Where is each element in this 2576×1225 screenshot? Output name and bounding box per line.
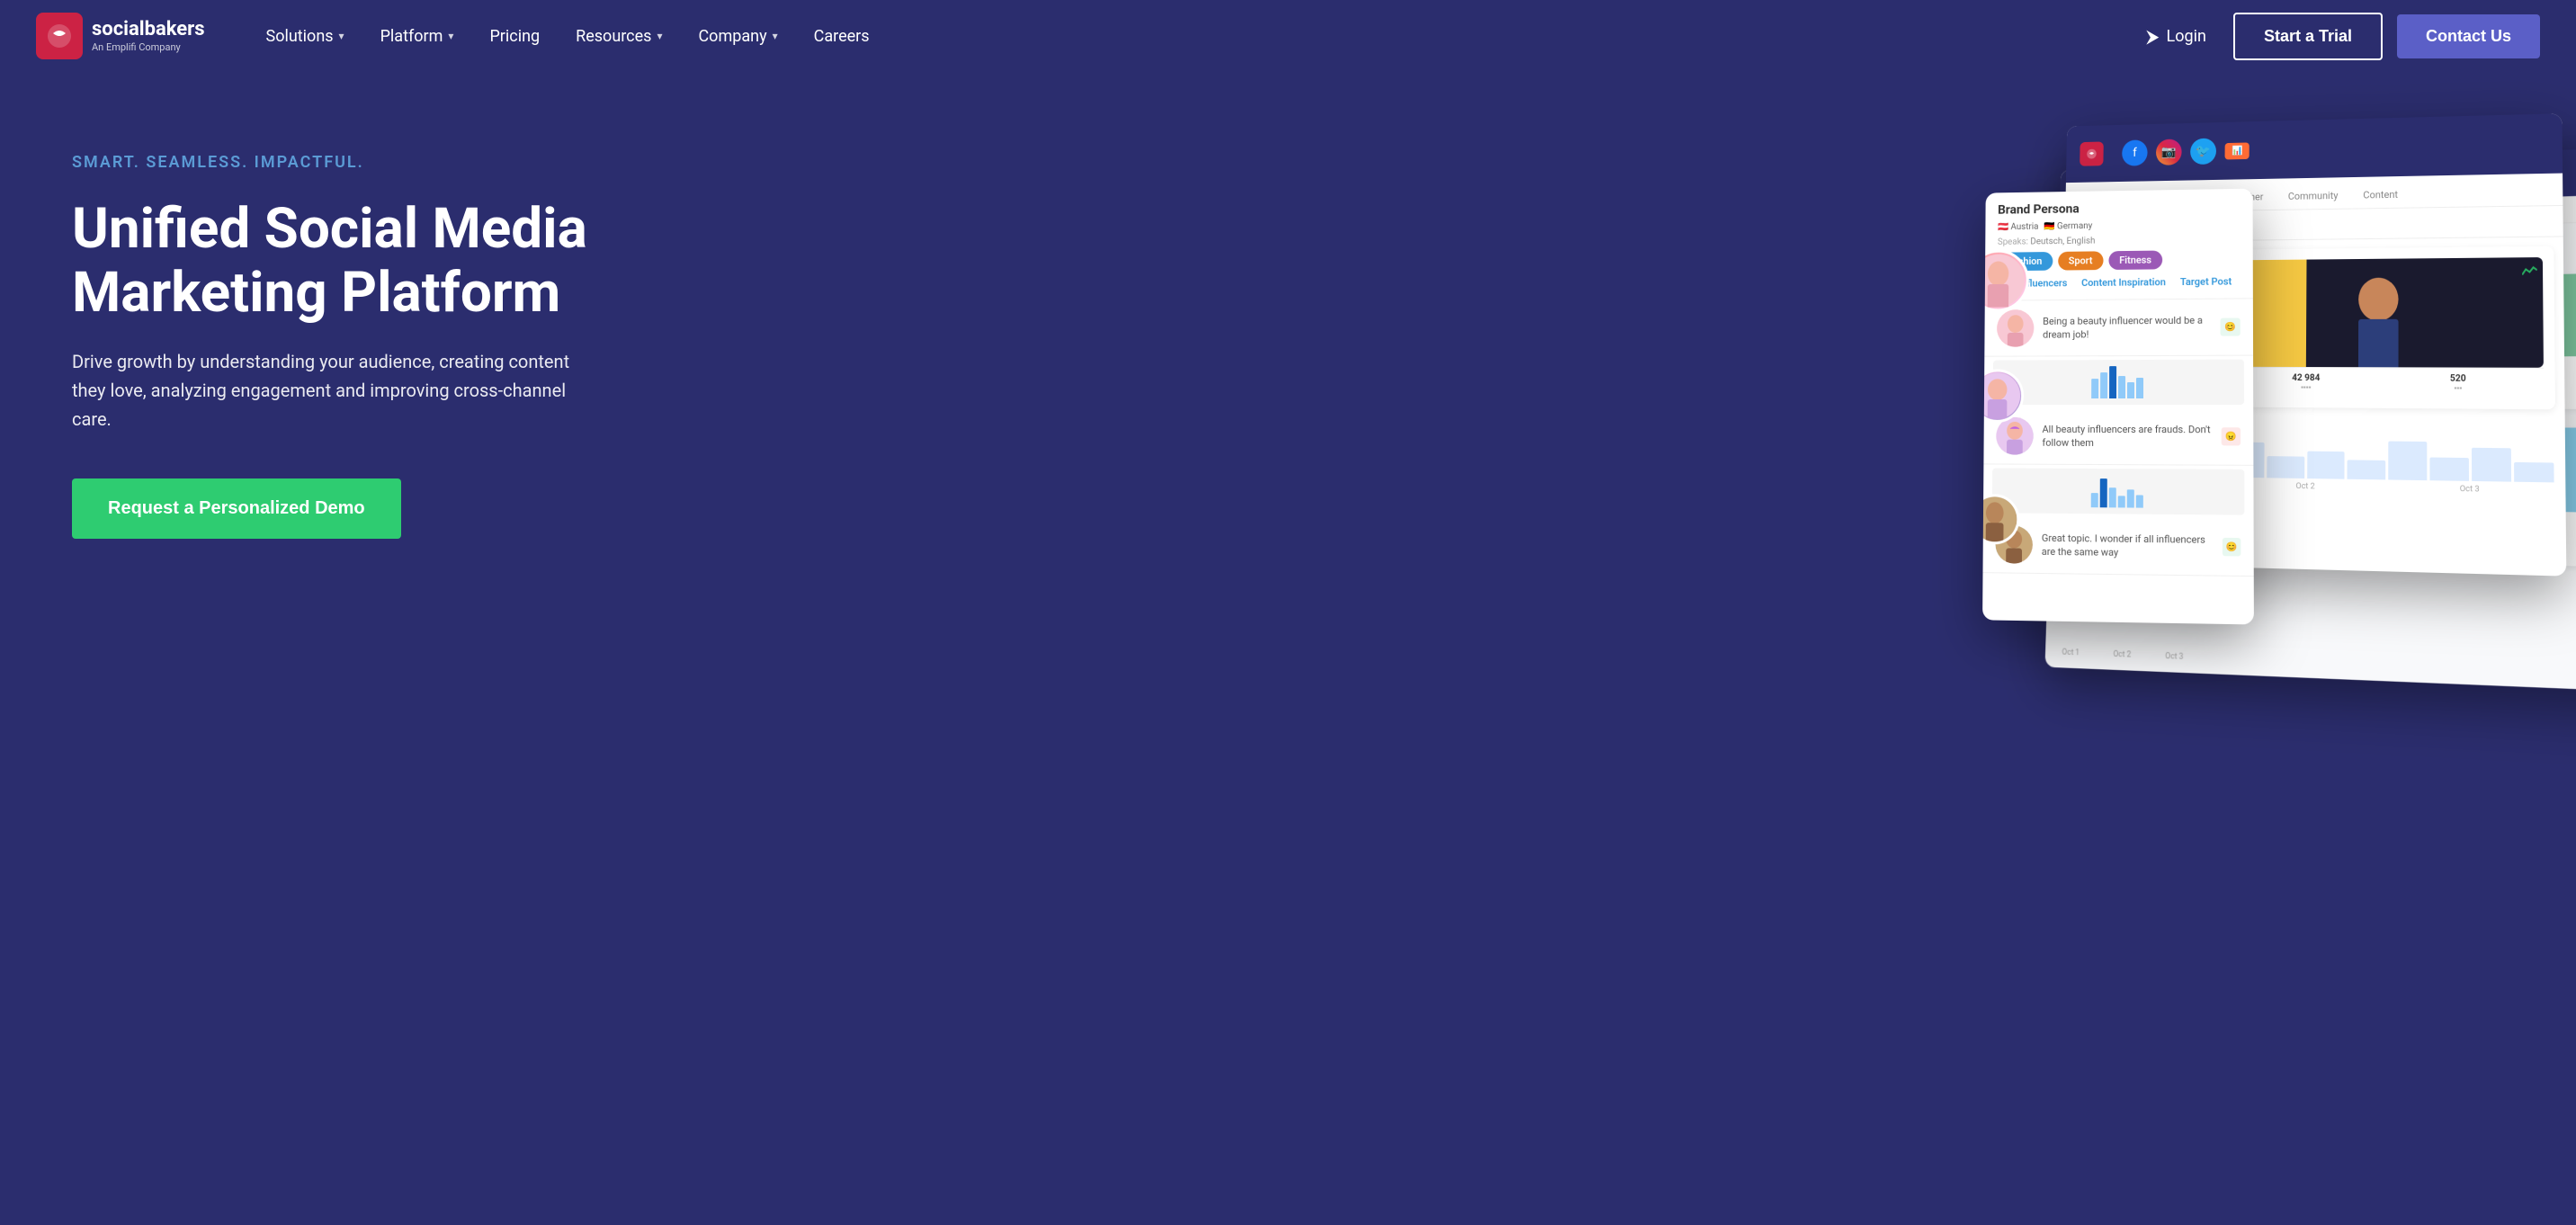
dash-mid-logo <box>2080 141 2104 165</box>
persona-flags: 🇦🇹 Austria 🇩🇪 Germany <box>1998 219 2241 233</box>
dashboard-front-panel: Brand Persona 🇦🇹 Austria 🇩🇪 Germany Spea… <box>1982 189 2254 625</box>
chart-placeholder-1 <box>1993 360 2244 405</box>
chart-dates: Oct 1 Oct 2 Oct 3 <box>2053 648 2192 662</box>
influencer-item-3: Great topic. I wonder if all influencers… <box>1982 516 2253 577</box>
bar <box>2267 456 2304 478</box>
demo-button[interactable]: Request a Personalized Demo <box>72 478 401 539</box>
influencer-badge-1: 😊 <box>2220 317 2241 335</box>
brand-name: socialbakers <box>92 19 205 40</box>
hero-section: SMART. SEAMLESS. IMPACTFUL. Unified Soci… <box>0 72 2576 1225</box>
bar <box>2307 452 2345 479</box>
login-icon: ⮞ <box>2146 25 2159 47</box>
influencer-text-3: Great topic. I wonder if all influencers… <box>2042 531 2214 560</box>
tag-sport: Sport <box>2058 251 2103 270</box>
bar <box>2514 462 2554 483</box>
chevron-down-icon: ▾ <box>448 30 453 42</box>
target-post-link[interactable]: Target Post <box>2180 276 2232 289</box>
influencer-item-2: All beauty influencers are frauds. Don't… <box>1983 408 2253 466</box>
hero-content: SMART. SEAMLESS. IMPACTFUL. Unified Soci… <box>72 126 684 539</box>
hero-description: Drive growth by understanding your audie… <box>72 347 594 434</box>
nav-links: Solutions ▾ Platform ▾ Pricing Resources… <box>250 18 2134 55</box>
navbar: socialbakers An Emplifi Company Solution… <box>0 0 2576 72</box>
influencer-text-2: All beauty influencers are frauds. Don't… <box>2042 422 2212 450</box>
chevron-down-icon: ▾ <box>339 30 344 42</box>
contact-button[interactable]: Contact Us <box>2397 14 2540 58</box>
bar <box>2348 460 2386 479</box>
nav-pricing[interactable]: Pricing <box>473 18 556 55</box>
influencer-badge-3: 😊 <box>2223 538 2241 557</box>
logo[interactable]: socialbakers An Emplifi Company <box>36 13 205 59</box>
nav-resources[interactable]: Resources ▾ <box>559 18 678 55</box>
mid-tab-content[interactable]: Content <box>2350 183 2411 209</box>
instagram-icon[interactable]: 📷 <box>2156 139 2182 165</box>
mid-tab-community[interactable]: Community <box>2276 184 2350 210</box>
analytics-badge: 📊 <box>2225 142 2250 159</box>
engagement-badge <box>2522 263 2537 280</box>
hero-visual: Dashboard Analytics Publisher Community … <box>1838 99 2576 729</box>
bar <box>2472 448 2511 482</box>
influencer-badge-2: 😠 <box>2221 427 2241 445</box>
persona-title: Brand Persona <box>1998 200 2240 218</box>
trial-button[interactable]: Start a Trial <box>2233 13 2383 60</box>
influencer-avatar-1 <box>1997 309 2034 347</box>
content-inspiration-link[interactable]: Content Inspiration <box>2081 276 2166 289</box>
brand-tagline: An Emplifi Company <box>92 41 205 53</box>
chart-placeholder-2 <box>1992 468 2245 514</box>
dash-mid-header: f 📷 🐦 📊 <box>2066 113 2563 183</box>
tag-fitness: Fitness <box>2108 251 2162 270</box>
nav-solutions[interactable]: Solutions ▾ <box>250 18 361 55</box>
nav-right: ⮞ Login Start a Trial Contact Us <box>2133 13 2540 60</box>
bar <box>2389 442 2428 481</box>
bar <box>2430 457 2469 481</box>
nav-company[interactable]: Company ▾ <box>682 18 793 55</box>
nav-careers[interactable]: Careers <box>798 18 886 55</box>
social-icons: f 📷 🐦 📊 <box>2114 132 2259 172</box>
nav-platform[interactable]: Platform ▾ <box>364 18 470 55</box>
logo-icon <box>36 13 83 59</box>
influencer-avatar-2 <box>1996 417 2034 455</box>
influencer-item-1: Being a beauty influencer would be a dre… <box>1984 299 2253 356</box>
logo-text: socialbakers An Emplifi Company <box>92 19 205 52</box>
persona-language: Speaks: Deutsch, English <box>1998 235 2241 247</box>
influencer-text-1: Being a beauty influencer would be a dre… <box>2043 313 2211 342</box>
chevron-down-icon: ▾ <box>657 30 662 42</box>
hero-title: Unified Social Media Marketing Platform <box>72 197 684 326</box>
persona-actions: Find Influencers Content Inspiration Tar… <box>1998 275 2241 289</box>
facebook-icon[interactable]: f <box>2122 139 2148 165</box>
hero-tagline: SMART. SEAMLESS. IMPACTFUL. <box>72 153 684 172</box>
twitter-icon[interactable]: 🐦 <box>2190 139 2216 165</box>
login-button[interactable]: ⮞ Login <box>2133 18 2219 54</box>
persona-tags: Fashion Sport Fitness <box>1998 250 2241 272</box>
chevron-down-icon: ▾ <box>773 30 778 42</box>
